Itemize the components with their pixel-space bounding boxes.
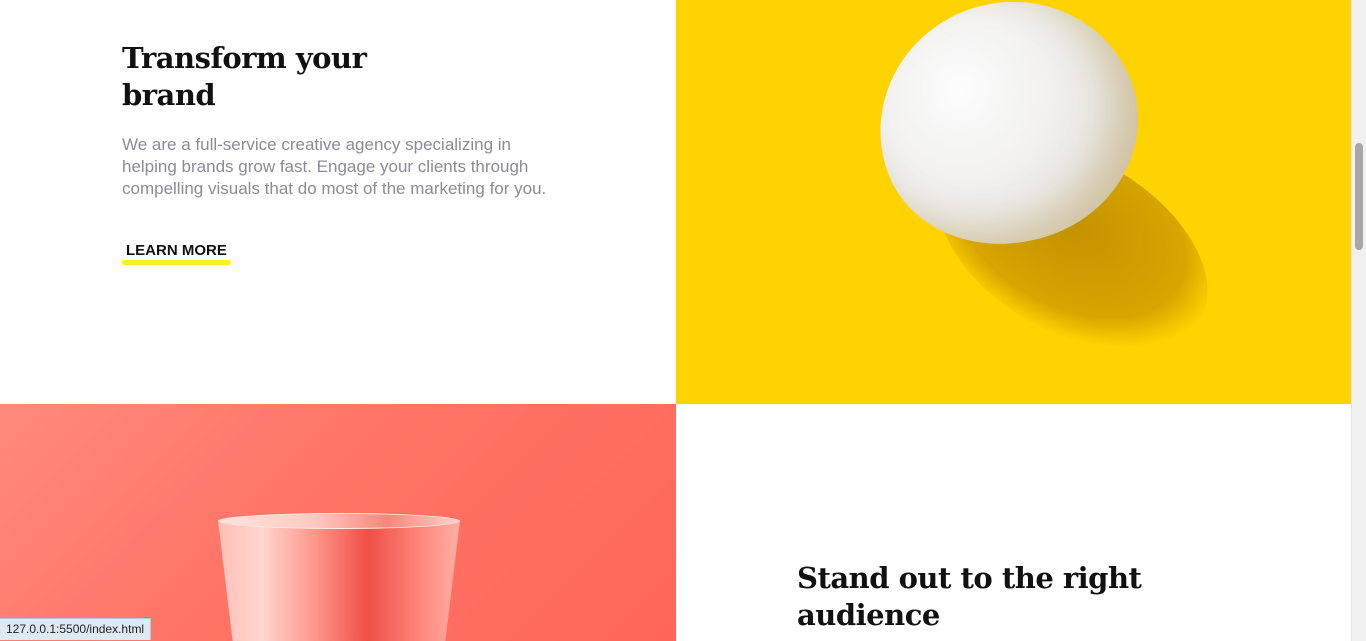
heading-line: brand bbox=[122, 78, 216, 112]
transform-brand-heading: Transform your brand bbox=[122, 40, 367, 114]
page: Transform your brand We are a full-servi… bbox=[0, 0, 1366, 641]
learn-more-label: LEARN MORE bbox=[126, 242, 227, 259]
learn-more-link[interactable]: LEARN MORE bbox=[122, 240, 231, 265]
cup-rim bbox=[218, 513, 460, 529]
cup-image bbox=[0, 404, 676, 641]
standout-heading: Stand out to the right audience bbox=[797, 560, 1142, 634]
cup-body bbox=[218, 520, 460, 641]
heading-line: Transform your bbox=[122, 41, 367, 75]
heading-line: Stand out to the right bbox=[797, 561, 1142, 595]
heading-line: audience bbox=[797, 598, 940, 632]
browser-viewport: Transform your brand We are a full-servi… bbox=[0, 0, 1351, 641]
scrollbar-thumb[interactable] bbox=[1355, 143, 1363, 250]
transform-brand-description: We are a full-service creative agency sp… bbox=[122, 135, 547, 198]
status-bar-url: 127.0.0.1:5500/index.html bbox=[0, 618, 152, 640]
vertical-scrollbar[interactable] bbox=[1351, 0, 1366, 641]
learn-more-underline bbox=[122, 260, 231, 265]
